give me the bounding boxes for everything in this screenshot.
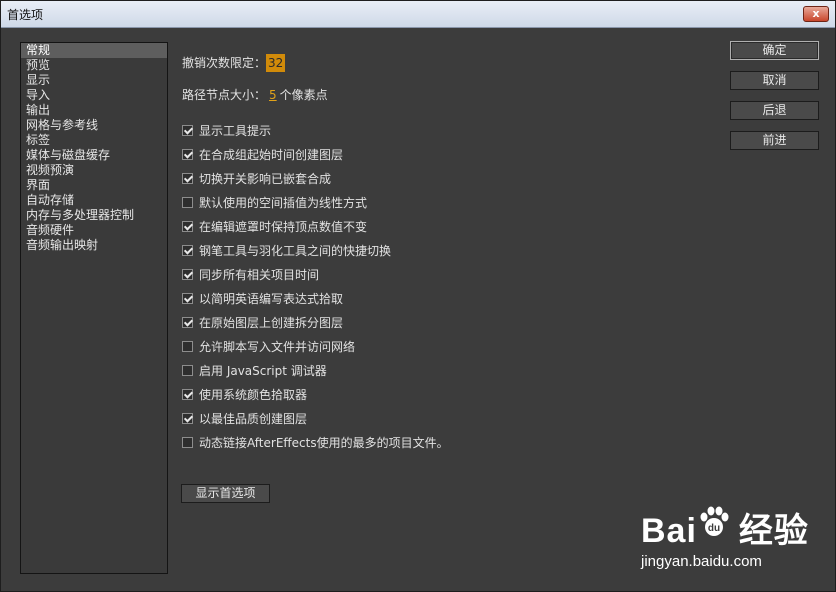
sidebar-item[interactable]: 音频硬件 [21, 223, 167, 238]
path-point-size-row: 路径节点大小： 5 个像素点 [182, 86, 328, 103]
window-title: 首选项 [7, 8, 44, 22]
ok-button[interactable]: 确定 [730, 41, 819, 60]
preferences-dialog: 首选项 x 常规 预览 显示 导入 输出 网格与参考线 标签 媒体与磁盘缓存 视频预演 界面 自动存… [0, 0, 836, 592]
sidebar-item[interactable]: 自动存储 [21, 193, 167, 208]
cancel-button[interactable]: 取消 [730, 71, 819, 90]
sidebar-item[interactable]: 显示 [21, 73, 167, 88]
sidebar-item[interactable]: 音频输出映射 [21, 238, 167, 253]
option-label: 在原始图层上创建拆分图层 [199, 315, 344, 330]
option-label: 切换开关影响已嵌套合成 [199, 171, 332, 186]
sidebar-item[interactable]: 预览 [21, 58, 167, 73]
option-checkbox[interactable] [182, 412, 193, 424]
undo-limit-row: 撤销次数限定： 32 [182, 54, 286, 72]
option-checkbox[interactable] [182, 124, 193, 136]
option-row[interactable]: 切换开关影响已嵌套合成 [182, 170, 331, 186]
option-checkbox[interactable] [182, 220, 193, 232]
sidebar-item[interactable]: 网格与参考线 [21, 118, 167, 133]
option-checkbox[interactable] [182, 148, 193, 160]
watermark-url: jingyan.baidu.com [641, 553, 762, 570]
option-row[interactable]: 显示工具提示 [182, 122, 271, 138]
path-point-size-value[interactable]: 5 [269, 88, 277, 102]
option-row[interactable]: 允许脚本写入文件并访问网络 [182, 338, 355, 354]
option-label: 以最佳品质创建图层 [199, 411, 308, 426]
sidebar-item[interactable]: 输出 [21, 103, 167, 118]
undo-limit-value[interactable]: 32 [266, 54, 286, 72]
path-point-size-unit: 个像素点 [279, 88, 328, 102]
option-label: 同步所有相关项目时间 [199, 267, 320, 282]
option-label: 以简明英语编写表达式拾取 [199, 291, 344, 306]
sidebar-item[interactable]: 媒体与磁盘缓存 [21, 148, 167, 163]
option-row[interactable]: 动态链接AfterEffects使用的最多的项目文件。 [182, 434, 449, 450]
watermark-brand-right: 经验 [738, 512, 809, 550]
option-label: 显示工具提示 [199, 123, 272, 138]
sidebar-item[interactable]: 导入 [21, 88, 167, 103]
reveal-preferences-button[interactable]: 显示首选项 [181, 484, 270, 503]
option-label: 允许脚本写入文件并访问网络 [199, 339, 356, 354]
sidebar-item[interactable]: 标签 [21, 133, 167, 148]
sidebar-item[interactable]: 视频预演 [21, 163, 167, 178]
option-checkbox[interactable] [182, 340, 193, 352]
category-list[interactable]: 常规 预览 显示 导入 输出 网格与参考线 标签 媒体与磁盘缓存 视频预演 界面 自动存储 内存与多处… [20, 42, 168, 574]
svg-text:du: du [708, 523, 720, 534]
close-button[interactable]: x [803, 6, 829, 22]
previous-button[interactable]: 后退 [730, 101, 819, 120]
option-checkbox[interactable] [182, 196, 193, 208]
watermark-brand-left: Bai [641, 512, 697, 550]
option-label: 钢笔工具与羽化工具之间的快捷切换 [199, 243, 392, 258]
option-row[interactable]: 以最佳品质创建图层 [182, 410, 307, 426]
option-label: 启用 JavaScript 调试器 [199, 363, 327, 378]
option-label: 动态链接AfterEffects使用的最多的项目文件。 [199, 435, 449, 450]
paw-icon: du [700, 506, 729, 536]
option-checkbox[interactable] [182, 292, 193, 304]
option-checkbox[interactable] [182, 172, 193, 184]
option-checkbox[interactable] [182, 268, 193, 280]
option-row[interactable]: 默认使用的空间插值为线性方式 [182, 194, 367, 210]
option-label: 在合成组起始时间创建图层 [199, 147, 344, 162]
option-checkbox[interactable] [182, 364, 193, 376]
option-label: 默认使用的空间插值为线性方式 [199, 195, 368, 210]
option-label: 在编辑遮罩时保持顶点数值不变 [199, 219, 368, 234]
title-bar[interactable]: 首选项 x [1, 1, 835, 28]
option-label: 使用系统颜色拾取器 [199, 387, 308, 402]
sidebar-item[interactable]: 界面 [21, 178, 167, 193]
option-row[interactable]: 同步所有相关项目时间 [182, 266, 319, 282]
option-checkbox[interactable] [182, 388, 193, 400]
option-row[interactable]: 启用 JavaScript 调试器 [182, 362, 327, 378]
sidebar-item[interactable]: 常规 [21, 43, 167, 58]
option-checkbox[interactable] [182, 244, 193, 256]
sidebar-item[interactable]: 内存与多处理器控制 [21, 208, 167, 223]
baidu-jingyan-watermark: Bai 经验 du jingyan.baidu.com [641, 503, 821, 583]
option-checkbox[interactable] [182, 436, 193, 448]
option-row[interactable]: 以简明英语编写表达式拾取 [182, 290, 343, 306]
undo-limit-label: 撤销次数限定： [182, 56, 267, 70]
option-row[interactable]: 在编辑遮罩时保持顶点数值不变 [182, 218, 367, 234]
option-row[interactable]: 在合成组起始时间创建图层 [182, 146, 343, 162]
option-row[interactable]: 在原始图层上创建拆分图层 [182, 314, 343, 330]
next-button[interactable]: 前进 [730, 131, 819, 150]
option-row[interactable]: 钢笔工具与羽化工具之间的快捷切换 [182, 242, 391, 258]
option-checkbox[interactable] [182, 316, 193, 328]
option-row[interactable]: 使用系统颜色拾取器 [182, 386, 307, 402]
path-point-size-label: 路径节点大小： [182, 88, 267, 102]
